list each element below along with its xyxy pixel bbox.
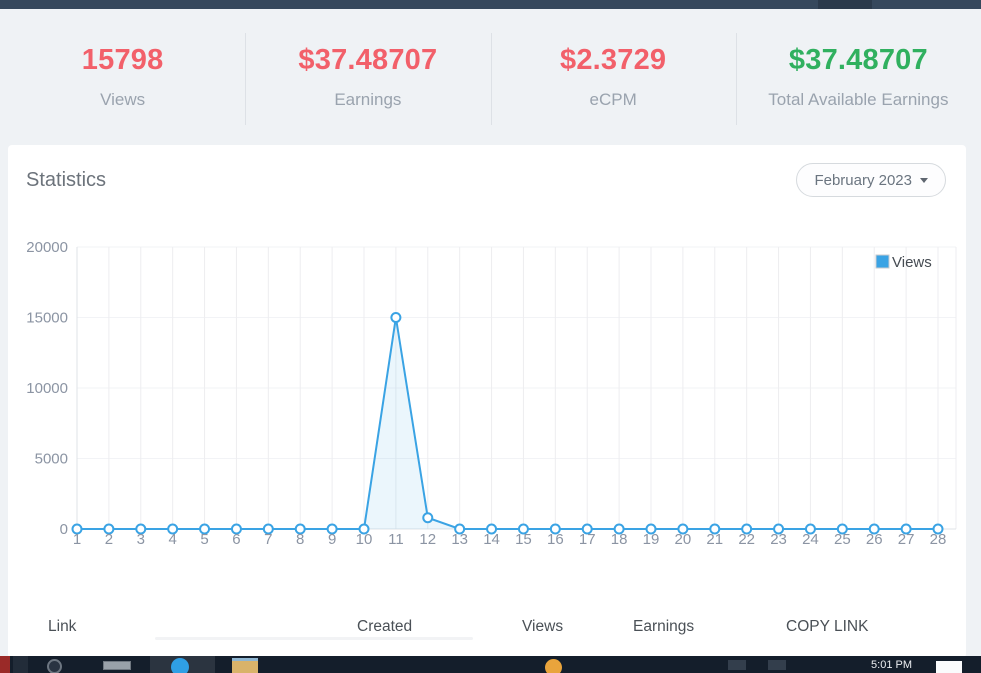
svg-text:12: 12: [419, 531, 436, 548]
svg-text:21: 21: [706, 531, 723, 548]
column-header-views: Views: [522, 618, 564, 635]
stat-views: 15798 Views: [0, 9, 245, 145]
chevron-down-icon: [920, 177, 928, 183]
svg-text:13: 13: [451, 531, 468, 548]
column-header-earnings: Earnings: [633, 618, 695, 635]
svg-text:28: 28: [930, 531, 947, 548]
column-header-copy-link: COPY LINK: [786, 618, 869, 635]
links-table-header: Link Created Views Earnings COPY LINK: [8, 618, 966, 636]
svg-text:5000: 5000: [35, 451, 68, 468]
svg-text:10000: 10000: [26, 380, 68, 397]
stat-earnings-value: $37.48707: [298, 44, 438, 76]
taskbar-clock[interactable]: 5:01 PM: [871, 659, 912, 671]
table-row-placeholder: [155, 637, 473, 640]
svg-text:20000: 20000: [26, 239, 68, 256]
svg-text:20: 20: [675, 531, 692, 548]
period-selector-dropdown[interactable]: February 2023: [796, 163, 946, 197]
stat-total-available-earnings: $37.48707 Total Available Earnings: [735, 9, 981, 145]
views-chart-container: 0 5000 10000 15000 20000 1 2 3 4 5 6 7 8 9 10 11 12 13 14 1…: [8, 238, 966, 556]
svg-text:15000: 15000: [26, 310, 68, 327]
blue-circle-app-icon[interactable]: [171, 658, 189, 673]
stat-total-available-earnings-value: $37.48707: [788, 44, 928, 76]
column-header-created: Created: [357, 618, 413, 635]
tray-icon[interactable]: [768, 660, 786, 670]
svg-text:17: 17: [579, 531, 596, 548]
svg-text:22: 22: [738, 531, 755, 548]
stat-earnings-label: Earnings: [334, 90, 402, 109]
svg-text:24: 24: [802, 531, 819, 548]
stat-views-label: Views: [100, 90, 146, 109]
column-header-link: Link: [48, 618, 77, 635]
svg-text:23: 23: [770, 531, 787, 548]
svg-text:3: 3: [137, 531, 145, 548]
windows-taskbar: 5:01 PM: [0, 656, 981, 673]
svg-text:16: 16: [547, 531, 564, 548]
stat-ecpm: $2.3729 eCPM: [490, 9, 736, 145]
svg-text:19: 19: [643, 531, 660, 548]
svg-text:0: 0: [60, 521, 68, 538]
stat-total-available-earnings-label: Total Available Earnings: [768, 90, 949, 109]
svg-text:8: 8: [296, 531, 304, 548]
active-app-slot[interactable]: [150, 656, 215, 673]
period-selector-label: February 2023: [814, 171, 912, 189]
svg-text:9: 9: [328, 531, 336, 548]
svg-text:14: 14: [483, 531, 500, 548]
orange-circle-app-icon[interactable]: [545, 659, 562, 673]
svg-text:27: 27: [898, 531, 915, 548]
svg-text:1: 1: [73, 531, 81, 548]
svg-text:10: 10: [356, 531, 373, 548]
card-title: Statistics: [26, 169, 107, 191]
stat-ecpm-label: eCPM: [589, 90, 637, 109]
svg-text:11: 11: [388, 531, 404, 548]
svg-text:6: 6: [232, 531, 240, 548]
stats-summary-row: 15798 Views $37.48707 Earnings $2.3729 e…: [0, 9, 981, 145]
statistics-card: Statistics February 2023 0 5000 10000 15000…: [8, 145, 966, 658]
stat-ecpm-value: $2.3729: [560, 44, 667, 76]
red-app-icon[interactable]: [0, 656, 10, 673]
logo-circle-icon[interactable]: [47, 659, 62, 673]
svg-text:7: 7: [264, 531, 272, 548]
svg-text:25: 25: [834, 531, 851, 548]
svg-text:2: 2: [105, 531, 113, 548]
topbar-scroll-notch: [818, 0, 872, 9]
taskbar-dark-patch: [13, 656, 28, 673]
tray-icon[interactable]: [728, 660, 746, 670]
top-navy-bar: [0, 0, 981, 9]
folder-icon[interactable]: [232, 658, 258, 673]
svg-text:26: 26: [866, 531, 883, 548]
svg-text:Views: Views: [892, 254, 932, 271]
svg-text:4: 4: [168, 531, 176, 548]
notification-rect[interactable]: [936, 661, 962, 673]
svg-text:5: 5: [200, 531, 208, 548]
views-line-chart: 050001000015000200001 2 3 4 5 6 7 8 9 10 11 12 13 14 1…: [26, 239, 957, 548]
window-app-icon[interactable]: [103, 661, 131, 670]
svg-text:18: 18: [611, 531, 628, 548]
svg-text:15: 15: [515, 531, 532, 548]
stat-earnings: $37.48707 Earnings: [245, 9, 490, 145]
stat-views-value: 15798: [81, 44, 164, 76]
